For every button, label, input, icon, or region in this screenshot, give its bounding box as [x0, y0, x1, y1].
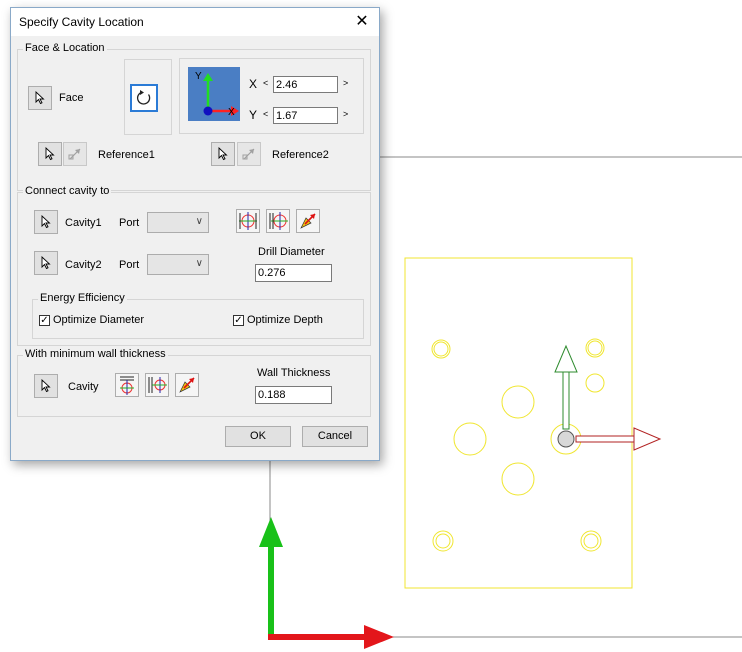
reference1-dimension-button[interactable]: [63, 142, 87, 166]
wall-cavity-label: Cavity: [68, 381, 99, 393]
y-decrease-icon[interactable]: <: [263, 109, 268, 119]
world-y-axis-shaft: [268, 545, 274, 638]
cursor-arrow-icon: [41, 256, 51, 270]
optimize-depth-checkbox[interactable]: ✓: [233, 315, 244, 326]
manipulator-y-arrowhead[interactable]: [554, 344, 578, 373]
world-y-axis-arrowhead: [259, 517, 283, 547]
cavity-circle[interactable]: [585, 338, 605, 358]
face-location-group: Face & Location Face Y X X < > Y <: [17, 42, 371, 191]
world-x-axis-shaft: [268, 634, 366, 640]
face-select-button[interactable]: [28, 86, 52, 110]
cavity-circle[interactable]: [587, 340, 603, 356]
pick-point-icon: [300, 213, 316, 229]
align-offset-icon: [269, 212, 288, 230]
wall-thickness-group: With minimum wall thickness Cavity Wall …: [17, 348, 371, 417]
preview-x-label: X: [228, 107, 235, 118]
reference1-label: Reference1: [98, 149, 155, 161]
align-top-icon: [120, 376, 134, 395]
energy-efficiency-group: Energy Efficiency ✓ Optimize Diameter ✓ …: [32, 292, 364, 339]
cavity1-select-button[interactable]: [34, 210, 58, 234]
align-center-icon: [239, 212, 257, 230]
x-increase-icon[interactable]: >: [343, 78, 348, 88]
connect-cavity-group-label: Connect cavity to: [23, 185, 112, 197]
cavity2-port-label: Port: [119, 259, 140, 271]
rotate-icon: [136, 90, 151, 105]
location-manipulator[interactable]: [554, 344, 662, 451]
cavity-circle[interactable]: [453, 422, 487, 456]
close-icon[interactable]: ✕: [345, 8, 379, 36]
cavity1-port-dropdown[interactable]: ∨: [147, 212, 209, 233]
dialog-titlebar[interactable]: Specify Cavity Location ✕: [11, 8, 379, 36]
align-side-icon: [148, 377, 167, 393]
pick-point-icon: [179, 377, 195, 393]
chevron-down-icon: ∨: [195, 216, 203, 227]
manipulator-y-shaft[interactable]: [562, 371, 570, 430]
wall-thickness-input[interactable]: [255, 386, 332, 404]
y-increase-icon[interactable]: >: [343, 109, 348, 119]
dialog-title: Specify Cavity Location: [19, 15, 144, 29]
specify-cavity-location-dialog: Specify Cavity Location ✕ Face & Locatio…: [10, 7, 380, 461]
drill-diameter-input[interactable]: [255, 264, 332, 282]
cursor-arrow-icon: [45, 147, 55, 161]
wall-pick-point-button[interactable]: [175, 373, 199, 397]
wall-cavity-select-button[interactable]: [34, 374, 58, 398]
y-coordinate-input[interactable]: [273, 107, 338, 124]
x-coordinate-input[interactable]: [273, 76, 338, 93]
face-label: Face: [59, 92, 84, 104]
cavity-circle[interactable]: [501, 385, 535, 419]
cavity2-label: Cavity2: [65, 259, 102, 271]
cavity1-port-label: Port: [119, 217, 140, 229]
energy-efficiency-group-label: Energy Efficiency: [38, 292, 127, 304]
world-axis-triad: [259, 517, 394, 649]
world-x-axis-arrowhead: [364, 625, 394, 649]
reference2-select-button[interactable]: [211, 142, 235, 166]
wall-align-top-button[interactable]: [115, 373, 139, 397]
chevron-down-icon: ∨: [195, 258, 203, 269]
cursor-arrow-icon: [218, 147, 228, 161]
preview-y-label: Y: [195, 71, 202, 82]
cursor-arrow-icon: [41, 379, 51, 393]
drill-diameter-label: Drill Diameter: [258, 246, 325, 258]
wall-align-side-button[interactable]: [145, 373, 169, 397]
cavity-circle[interactable]: [583, 533, 599, 549]
cavity2-port-dropdown[interactable]: ∨: [147, 254, 209, 275]
pick-point-button[interactable]: [296, 209, 320, 233]
optimize-diameter-label[interactable]: Optimize Diameter: [53, 314, 144, 326]
reference1-select-button[interactable]: [38, 142, 62, 166]
align-center-button[interactable]: [236, 209, 260, 233]
cancel-button[interactable]: Cancel: [302, 426, 368, 447]
cavity2-select-button[interactable]: [34, 251, 58, 275]
manipulator-x-arrowhead[interactable]: [633, 427, 662, 451]
manipulator-x-shaft[interactable]: [575, 435, 635, 443]
optimize-depth-label[interactable]: Optimize Depth: [247, 314, 323, 326]
dimension-icon: [68, 148, 81, 160]
cavity-circle[interactable]: [433, 341, 449, 357]
face-location-group-label: Face & Location: [23, 42, 107, 54]
x-decrease-icon[interactable]: <: [263, 78, 268, 88]
cavity-circle[interactable]: [435, 533, 451, 549]
cursor-arrow-icon: [35, 91, 45, 105]
cavity-circle[interactable]: [585, 373, 605, 393]
cursor-arrow-icon: [41, 215, 51, 229]
optimize-diameter-checkbox[interactable]: ✓: [39, 315, 50, 326]
cavity1-label: Cavity1: [65, 217, 102, 229]
wall-thickness-group-label: With minimum wall thickness: [23, 348, 168, 360]
reference2-dimension-button[interactable]: [237, 142, 261, 166]
wall-thickness-label: Wall Thickness: [257, 367, 331, 379]
flip-direction-button[interactable]: [130, 84, 158, 112]
x-coordinate-label: X: [249, 77, 258, 91]
cavity-circle[interactable]: [501, 462, 535, 496]
face-axis-preview: Y X: [188, 67, 240, 121]
ok-button[interactable]: OK: [225, 426, 291, 447]
cavity-circle[interactable]: [431, 339, 451, 359]
connect-cavity-group: Connect cavity to Cavity1 Port ∨ Cavity2…: [17, 185, 371, 346]
align-offset-button[interactable]: [266, 209, 290, 233]
reference2-label: Reference2: [272, 149, 329, 161]
y-coordinate-label: Y: [249, 108, 258, 122]
manipulator-origin-sphere[interactable]: [557, 430, 575, 448]
dimension-icon: [242, 148, 255, 160]
